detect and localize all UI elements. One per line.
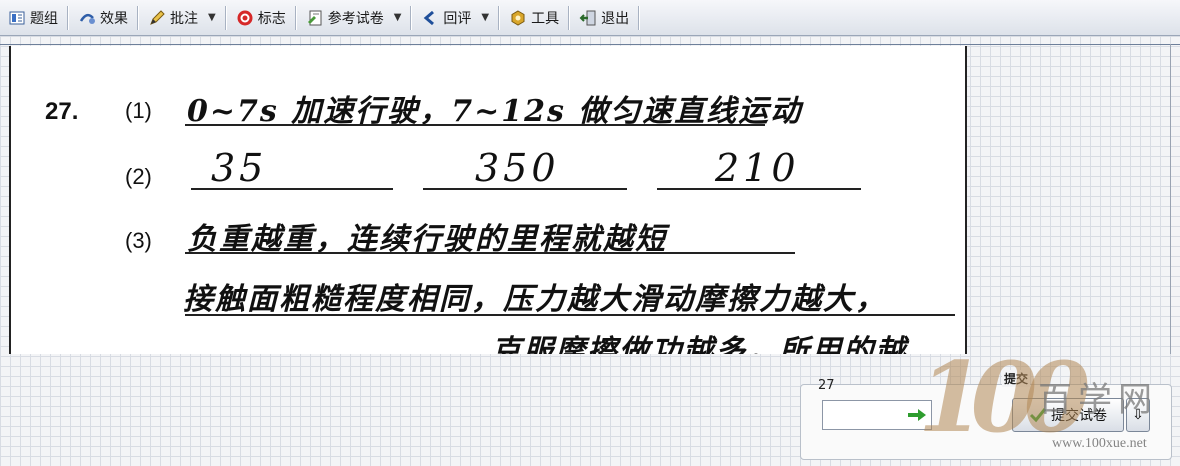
chevron-down-icon[interactable]: ▼: [481, 12, 489, 23]
chevron-down-icon[interactable]: ▼: [394, 12, 402, 23]
effect-label: 效果: [100, 10, 128, 27]
answer-blank-2: 350: [475, 146, 560, 190]
watermark-url: www.100xue.net: [1052, 436, 1147, 451]
answer-sheet-image: 27. (1) 0~7s 加速行驶，7~12s 做匀速直线运动 (2) 35 3…: [9, 46, 967, 354]
exit-button[interactable]: 退出: [573, 4, 635, 32]
answer-blank-1: 35: [211, 146, 268, 190]
exit-label: 退出: [601, 10, 630, 27]
tools-button[interactable]: 工具: [503, 4, 565, 32]
effect-button[interactable]: 效果: [72, 4, 134, 32]
blank-line-1: [191, 188, 393, 190]
toolbar-divider: [498, 5, 501, 30]
annotate-button[interactable]: 批注 ▼: [142, 4, 222, 32]
question-group-label: 题组: [30, 10, 58, 27]
back-arrow-icon: [421, 9, 439, 27]
underline: [185, 252, 795, 254]
toolbar: 题组 效果 批注 ▼ 标志 参考试卷 ▼ 回评 ▼ 工具 退出: [0, 0, 1180, 36]
toolbar-divider: [568, 5, 571, 30]
part-number-2: (2): [125, 164, 152, 189]
underline: [185, 124, 765, 126]
toolbar-divider: [224, 5, 227, 30]
answer-part-3-line-3: 克服摩擦做功越多，所用的越: [491, 334, 907, 354]
question-number-label: 27: [818, 378, 835, 393]
question-group-icon: [8, 9, 26, 27]
toolbar-divider: [137, 5, 139, 30]
watermark-text: 百学网: [1038, 380, 1158, 420]
workspace-top-border: [0, 44, 1180, 45]
mark-label: 标志: [257, 10, 286, 27]
mark-button[interactable]: 标志: [230, 4, 292, 32]
target-mark-icon: [236, 9, 254, 27]
effect-icon: [78, 9, 96, 27]
review-back-label: 回评: [443, 10, 472, 27]
annotate-label: 批注: [170, 10, 198, 27]
blank-line-3: [657, 188, 861, 190]
answer-part-3-line-2: 接触面粗糙程度相同，压力越大滑动摩擦力越大，: [183, 282, 887, 317]
toolbar-divider: [410, 5, 413, 30]
blank-line-2: [423, 188, 627, 190]
reference-paper-icon: [306, 9, 324, 27]
answer-blank-3: 210: [715, 146, 800, 190]
part-number-1: (1): [125, 98, 152, 123]
toolbar-divider: [638, 5, 641, 30]
tools-icon: [509, 9, 527, 27]
review-back-button[interactable]: 回评 ▼: [415, 4, 495, 32]
pencil-icon: [148, 9, 166, 27]
tools-label: 工具: [531, 10, 560, 27]
toolbar-divider: [294, 5, 297, 30]
question-group-button[interactable]: 题组: [2, 4, 64, 32]
exit-icon: [579, 9, 597, 27]
workspace-right-border: [1170, 44, 1171, 354]
toolbar-divider: [67, 5, 69, 30]
reference-paper-button[interactable]: 参考试卷 ▼: [300, 4, 408, 32]
question-number: 27.: [45, 98, 79, 125]
part-number-3: (3): [125, 228, 152, 253]
reference-paper-label: 参考试卷: [327, 10, 384, 27]
chevron-down-icon[interactable]: ▼: [208, 12, 216, 23]
underline: [185, 314, 955, 316]
